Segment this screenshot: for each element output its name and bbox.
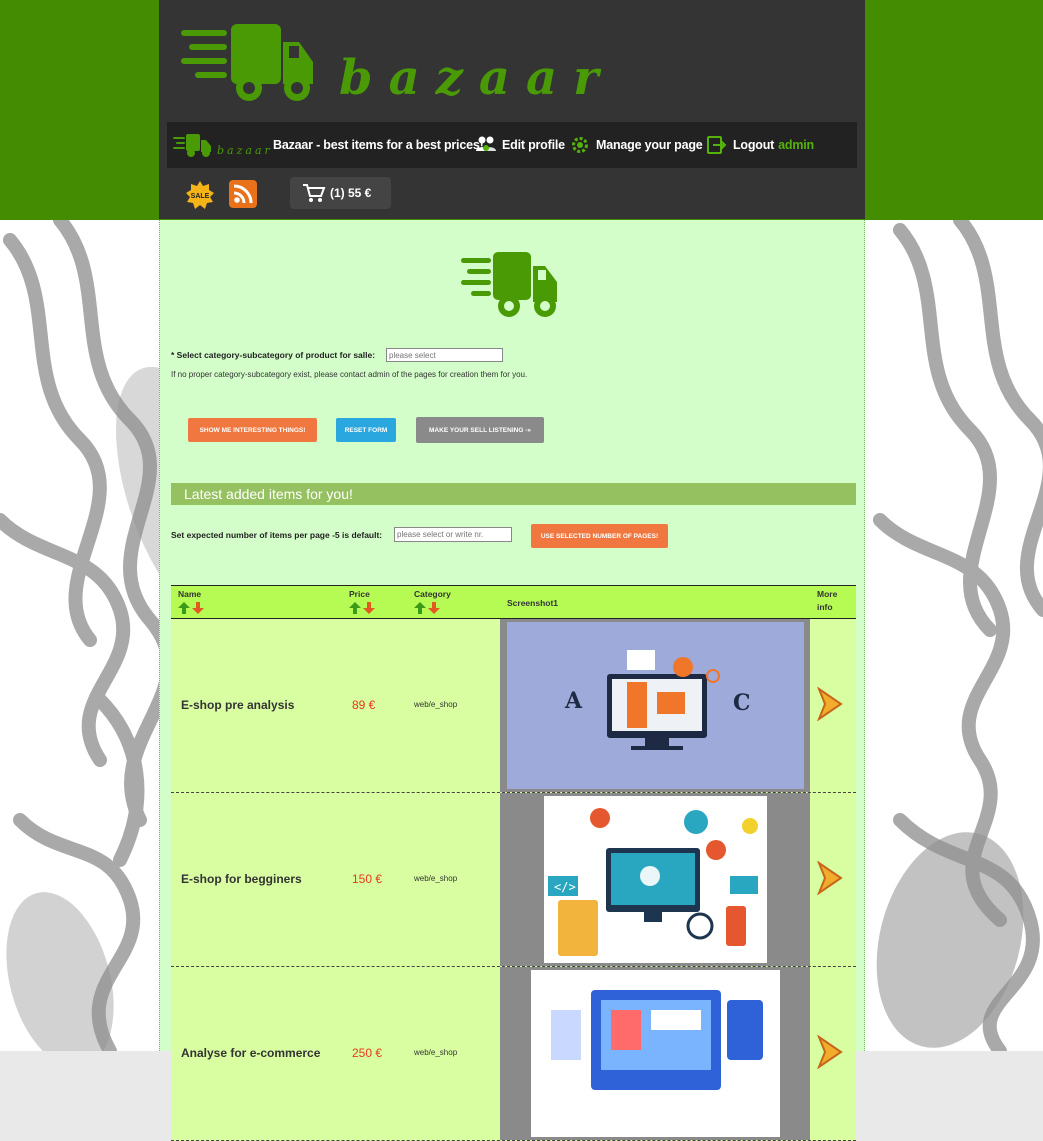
header-price: Price xyxy=(349,589,370,599)
sort-price xyxy=(349,602,375,614)
category-select-label: * Select category-subcategory of product… xyxy=(171,350,376,360)
item-price: 89 € xyxy=(352,698,376,712)
show-interesting-button[interactable]: SHOW ME INTERESTING THINGS! xyxy=(188,418,317,442)
item-price: 250 € xyxy=(352,1046,383,1060)
sale-star-icon: SALE xyxy=(186,181,214,209)
svg-text:C: C xyxy=(733,690,751,716)
item-price: 150 € xyxy=(352,872,383,886)
rss-icon[interactable] xyxy=(229,180,257,208)
sale-badge-text: SALE xyxy=(191,193,210,200)
make-sell-listing-button[interactable]: MAKE YOUR SELL LISTENING -» xyxy=(416,417,544,443)
rss-feed-icon xyxy=(233,184,253,204)
more-info-arrow-icon[interactable] xyxy=(817,687,843,721)
item-category: web/e_shop xyxy=(414,1048,458,1057)
table-row: Analyse for e-commerce 250 € web/e_shop xyxy=(171,967,856,1141)
nav-logout[interactable]: Logout admin xyxy=(707,122,814,168)
cart-icon xyxy=(303,184,326,202)
category-select-input[interactable] xyxy=(386,348,503,362)
main-content: * Select category-subcategory of product… xyxy=(159,220,865,1141)
svg-text:</>: </> xyxy=(554,880,576,894)
table-row: E-shop pre analysis 89 € web/e_shop A C xyxy=(171,619,856,793)
items-per-page-label: Set expected number of items per page -5… xyxy=(171,530,383,540)
web-development-illustration-image[interactable]: </> xyxy=(544,796,767,963)
item-category: web/e_shop xyxy=(414,874,458,883)
truck-logo-icon xyxy=(181,24,313,101)
header-screenshot: Screenshot1 xyxy=(507,598,559,608)
cart-summary: (1) 55 € xyxy=(330,186,372,200)
category-help-text: If no proper category-subcategory exist,… xyxy=(171,370,528,379)
logout-icon xyxy=(707,136,727,154)
sort-asc-icon[interactable] xyxy=(349,602,361,614)
table-header: Name Price Category Screenshot1 More inf xyxy=(171,585,856,619)
table-row: E-shop for begginers 150 € web/e_shop </… xyxy=(171,793,856,967)
latest-items-heading: Latest added items for you! xyxy=(171,483,856,505)
sort-desc-icon[interactable] xyxy=(192,602,204,614)
sort-name xyxy=(178,602,204,614)
analytics-illustration-image[interactable]: A C xyxy=(507,622,804,789)
site-header: bazaar bazaar Bazaar - best items for a … xyxy=(159,0,865,219)
screenshot-cell xyxy=(500,967,810,1140)
nav-logout-label: Logout xyxy=(733,138,775,152)
screenshot-cell: A C xyxy=(500,619,810,792)
header-more-2: info xyxy=(817,602,833,612)
more-info-arrow-icon[interactable] xyxy=(817,861,843,895)
nav-tagline[interactable]: Bazaar - best items for a best prices! xyxy=(273,122,484,168)
logo-text: bazaar xyxy=(339,50,615,106)
header-category: Category xyxy=(414,589,451,599)
nav-manage-page[interactable]: Manage your page xyxy=(570,122,703,168)
more-info-arrow-icon[interactable] xyxy=(817,1035,843,1069)
nav-edit-profile[interactable]: Edit profile xyxy=(475,122,565,168)
delivery-truck-icon xyxy=(461,252,557,317)
sort-desc-icon[interactable] xyxy=(363,602,375,614)
sale-badge[interactable]: SALE xyxy=(185,180,215,210)
header-name: Name xyxy=(178,589,202,599)
gear-icon xyxy=(572,137,588,153)
nav-manage-page-label: Manage your page xyxy=(596,138,703,152)
page-column: bazaar bazaar Bazaar - best items for a … xyxy=(159,0,865,1141)
mini-truck-icon xyxy=(173,134,211,157)
items-table: Name Price Category Screenshot1 More inf xyxy=(171,585,856,1141)
sort-asc-icon[interactable] xyxy=(414,602,426,614)
screenshot-cell: </> xyxy=(500,793,810,966)
sort-desc-icon[interactable] xyxy=(428,602,440,614)
top-navbar: bazaar Bazaar - best items for a best pr… xyxy=(167,122,857,168)
reset-form-button[interactable]: RESET FORM xyxy=(336,418,396,442)
sort-category xyxy=(414,602,440,614)
items-per-page-input[interactable] xyxy=(394,527,512,542)
item-name[interactable]: Analyse for e-commerce xyxy=(181,1046,320,1060)
users-icon xyxy=(476,136,496,151)
nav-tagline-label: Bazaar - best items for a best prices! xyxy=(273,138,484,152)
mini-logo[interactable]: bazaar xyxy=(173,132,270,158)
cart-button[interactable]: (1) 55 € xyxy=(290,177,391,209)
nav-edit-profile-label: Edit profile xyxy=(502,138,565,152)
item-name[interactable]: E-shop for begginers xyxy=(181,872,302,886)
ecommerce-illustration-image[interactable] xyxy=(531,970,780,1137)
use-pages-button[interactable]: USE SELECTED NUMBER OF PAGES! xyxy=(531,524,668,548)
nav-username[interactable]: admin xyxy=(778,138,814,152)
sort-asc-icon[interactable] xyxy=(178,602,190,614)
svg-text:A: A xyxy=(564,688,583,714)
header-more-1: More xyxy=(817,589,838,599)
mini-logo-text: bazaar xyxy=(217,144,273,157)
item-category: web/e_shop xyxy=(414,700,458,709)
item-name[interactable]: E-shop pre analysis xyxy=(181,698,294,712)
site-logo[interactable]: bazaar xyxy=(179,18,598,108)
